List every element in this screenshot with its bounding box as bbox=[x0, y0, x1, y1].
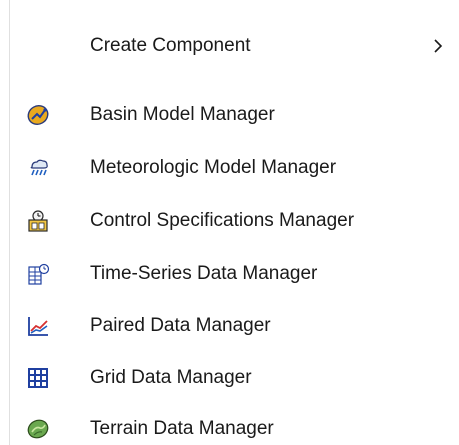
menu-item-label: Time-Series Data Manager bbox=[90, 263, 318, 284]
menu-item-label: Create Component bbox=[90, 35, 251, 56]
menu-item-grid-data-manager[interactable]: Grid Data Manager bbox=[10, 354, 459, 402]
grid-data-icon bbox=[26, 366, 50, 390]
time-series-data-icon bbox=[26, 262, 50, 286]
menu-item-terrain-data-manager[interactable]: Terrain Data Manager bbox=[10, 405, 459, 445]
context-menu: Create Component Basin Model Manager Met… bbox=[0, 0, 459, 445]
menu-item-label: Paired Data Manager bbox=[90, 315, 271, 336]
menu-item-basin-model-manager[interactable]: Basin Model Manager bbox=[10, 91, 459, 139]
menu-item-meteorologic-model-manager[interactable]: Meteorologic Model Manager bbox=[10, 144, 459, 192]
menu-item-control-specifications-manager[interactable]: Control Specifications Manager bbox=[10, 197, 459, 245]
chevron-right-icon bbox=[428, 36, 448, 56]
menu-item-label: Grid Data Manager bbox=[90, 367, 252, 388]
meteorologic-model-icon bbox=[26, 156, 50, 180]
paired-data-icon bbox=[26, 314, 50, 338]
menu-item-label: Terrain Data Manager bbox=[90, 418, 274, 439]
menu-item-time-series-data-manager[interactable]: Time-Series Data Manager bbox=[10, 250, 459, 298]
menu-item-create-component[interactable]: Create Component bbox=[10, 22, 459, 70]
menu-item-label: Control Specifications Manager bbox=[90, 210, 355, 231]
menu-separator bbox=[10, 80, 459, 81]
control-specifications-icon bbox=[26, 209, 50, 233]
basin-model-icon bbox=[26, 103, 50, 127]
menu-item-label: Basin Model Manager bbox=[90, 104, 275, 125]
terrain-data-icon bbox=[26, 417, 50, 441]
menu-item-label: Meteorologic Model Manager bbox=[90, 157, 337, 178]
menu-item-paired-data-manager[interactable]: Paired Data Manager bbox=[10, 302, 459, 350]
